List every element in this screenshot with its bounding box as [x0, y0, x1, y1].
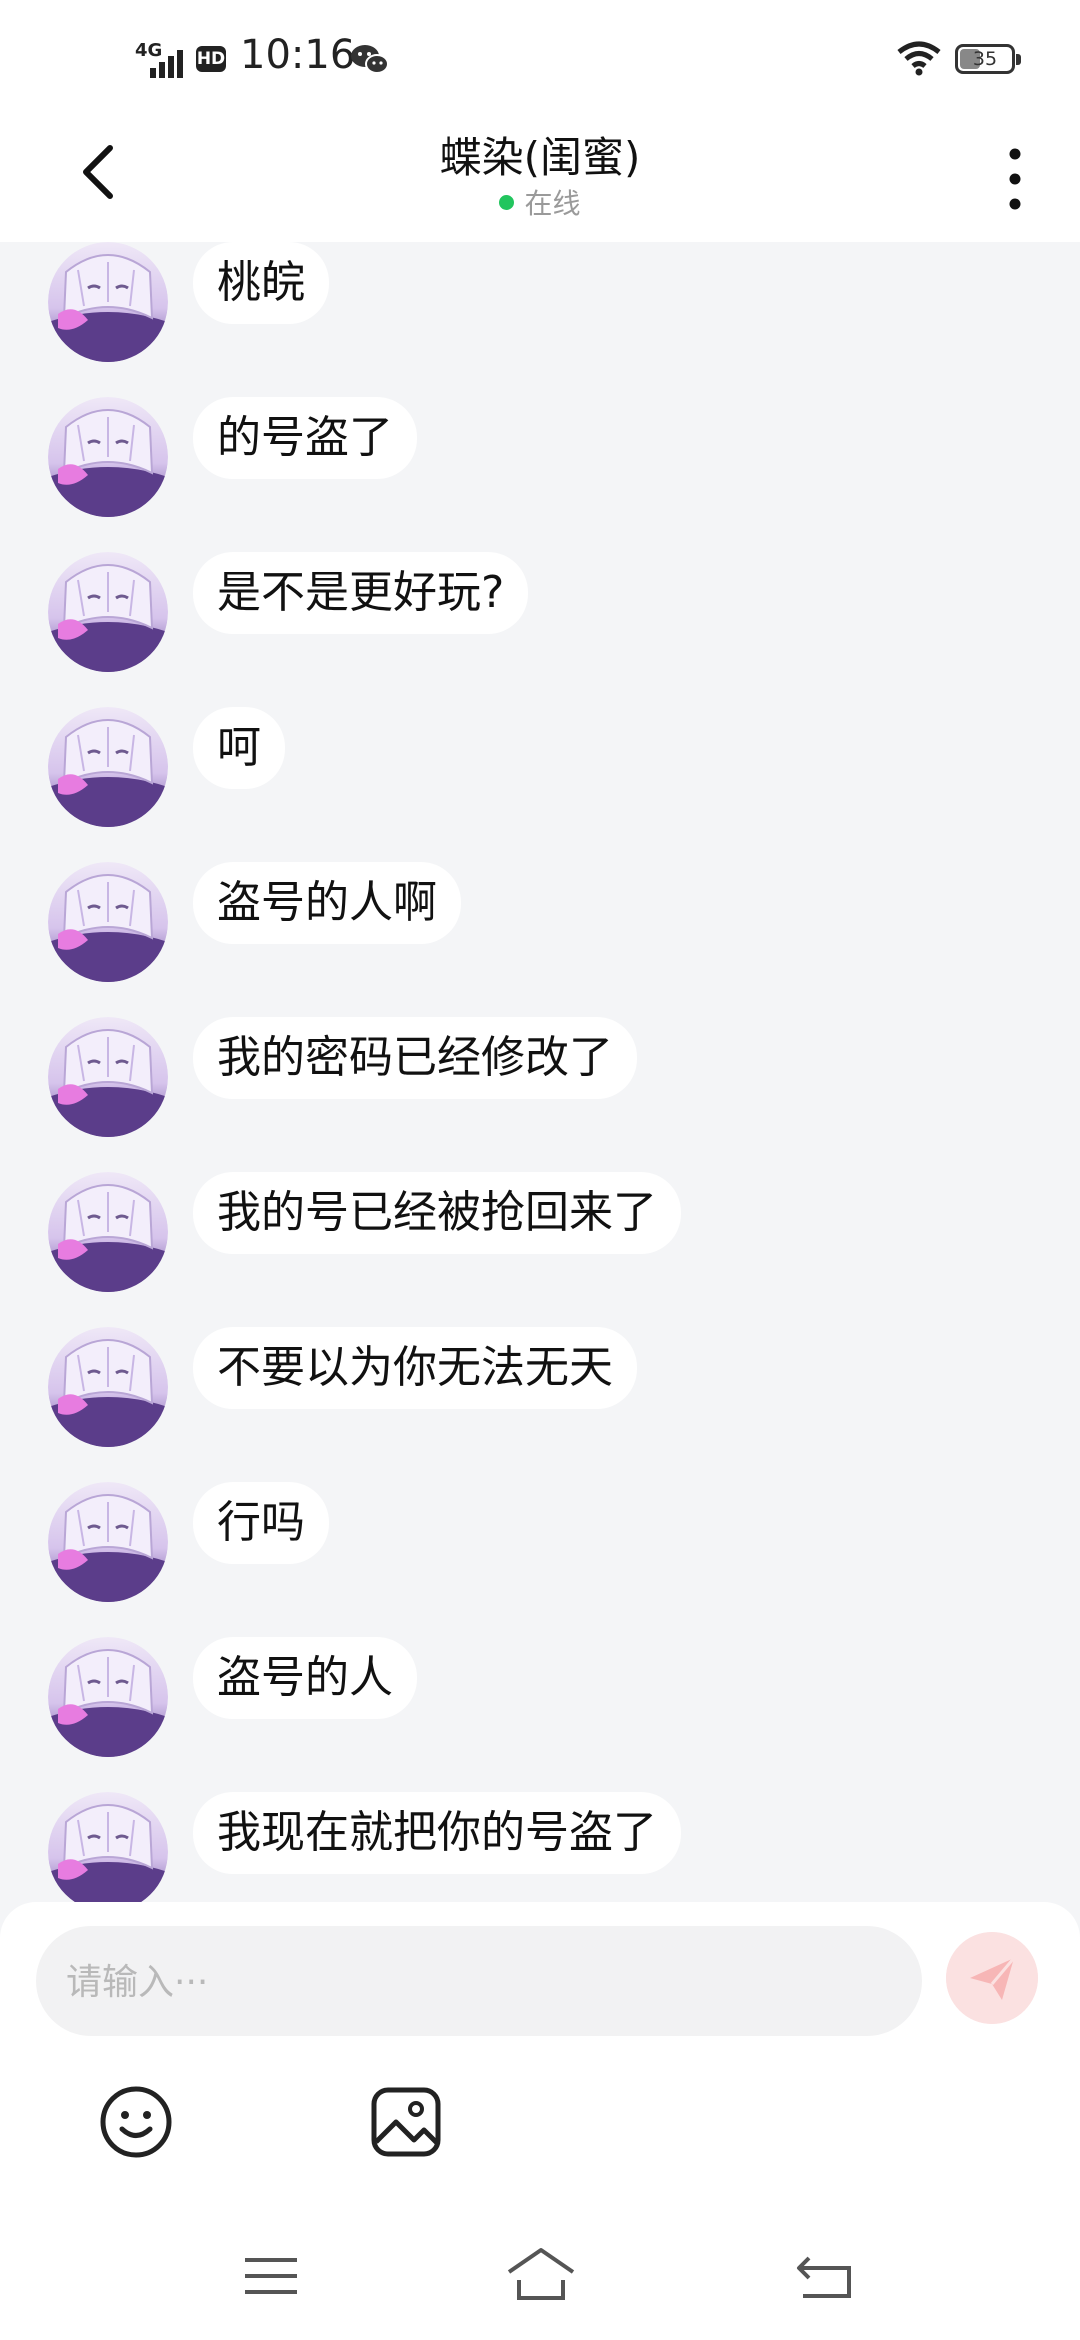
status-bar: 4G HD 10:16 35 [0, 0, 1080, 110]
send-button[interactable] [946, 1932, 1038, 2024]
message-list[interactable]: 桃皖的号盗了是不是更好玩? 呵盗号的人啊我的密码已经修改了 我的号已经被抢回来了 不要… [0, 242, 1080, 1902]
home-icon[interactable] [505, 2246, 577, 2304]
message-row: 我现在就把你的号盗了 [0, 1792, 1080, 1902]
message-bubble[interactable]: 桃皖 [193, 242, 329, 324]
message-row: 桃皖 [0, 242, 1080, 397]
wifi-icon [897, 41, 941, 76]
message-input[interactable] [64, 1926, 888, 2038]
signal-icon [150, 50, 183, 78]
nav-back-icon[interactable] [795, 2250, 855, 2300]
message-input-wrapper[interactable] [36, 1926, 922, 2038]
emoji-icon[interactable] [98, 2084, 174, 2160]
message-bubble[interactable]: 不要以为你无法无天 [193, 1327, 637, 1409]
wechat-icon [351, 45, 389, 74]
avatar[interactable] [48, 1482, 168, 1602]
presence-label: 在线 [524, 187, 581, 220]
battery-icon: 35 [955, 44, 1021, 74]
message-bubble[interactable]: 盗号的人啊 [193, 862, 461, 944]
image-icon[interactable] [368, 2084, 444, 2160]
message-bubble[interactable]: 我的号已经被抢回来了 [193, 1172, 681, 1254]
hd-badge: HD [196, 46, 226, 72]
message-bubble[interactable]: 的号盗了 [193, 397, 417, 479]
avatar[interactable] [48, 397, 168, 517]
message-bubble[interactable]: 呵 [193, 707, 285, 789]
message-bubble[interactable]: 我的密码已经修改了 [193, 1017, 637, 1099]
avatar[interactable] [48, 552, 168, 672]
chat-title: 蝶染(闺蜜) [439, 133, 641, 182]
message-row: 呵 [0, 707, 1080, 862]
clock: 10:16 [240, 32, 356, 78]
message-bubble[interactable]: 盗号的人 [193, 1637, 417, 1719]
avatar[interactable] [48, 242, 168, 362]
message-row: 行吗 [0, 1482, 1080, 1637]
avatar[interactable] [48, 1017, 168, 1137]
avatar[interactable] [48, 1327, 168, 1447]
online-dot [499, 194, 515, 210]
avatar[interactable] [48, 707, 168, 827]
message-row: 是不是更好玩? [0, 552, 1080, 707]
presence-status: 在线 [0, 182, 1080, 222]
battery-level: 35 [972, 48, 998, 70]
avatar[interactable] [48, 1792, 168, 1902]
message-row: 我的号已经被抢回来了 [0, 1172, 1080, 1327]
avatar[interactable] [48, 862, 168, 982]
message-row: 盗号的人 [0, 1637, 1080, 1792]
message-row: 我的密码已经修改了 [0, 1017, 1080, 1172]
chat-header: 蝶染(闺蜜) 在线 [0, 110, 1080, 242]
message-bubble[interactable]: 是不是更好玩? [193, 552, 529, 634]
message-bubble[interactable]: 我现在就把你的号盗了 [193, 1792, 681, 1874]
avatar[interactable] [48, 1172, 168, 1292]
more-options-icon[interactable] [1000, 144, 1030, 214]
message-bubble[interactable]: 行吗 [193, 1482, 329, 1564]
menu-icon[interactable] [245, 2256, 297, 2296]
avatar[interactable] [48, 1637, 168, 1757]
message-row: 不要以为你无法无天 [0, 1327, 1080, 1482]
message-row: 盗号的人啊 [0, 862, 1080, 1017]
message-row: 的号盗了 [0, 397, 1080, 552]
